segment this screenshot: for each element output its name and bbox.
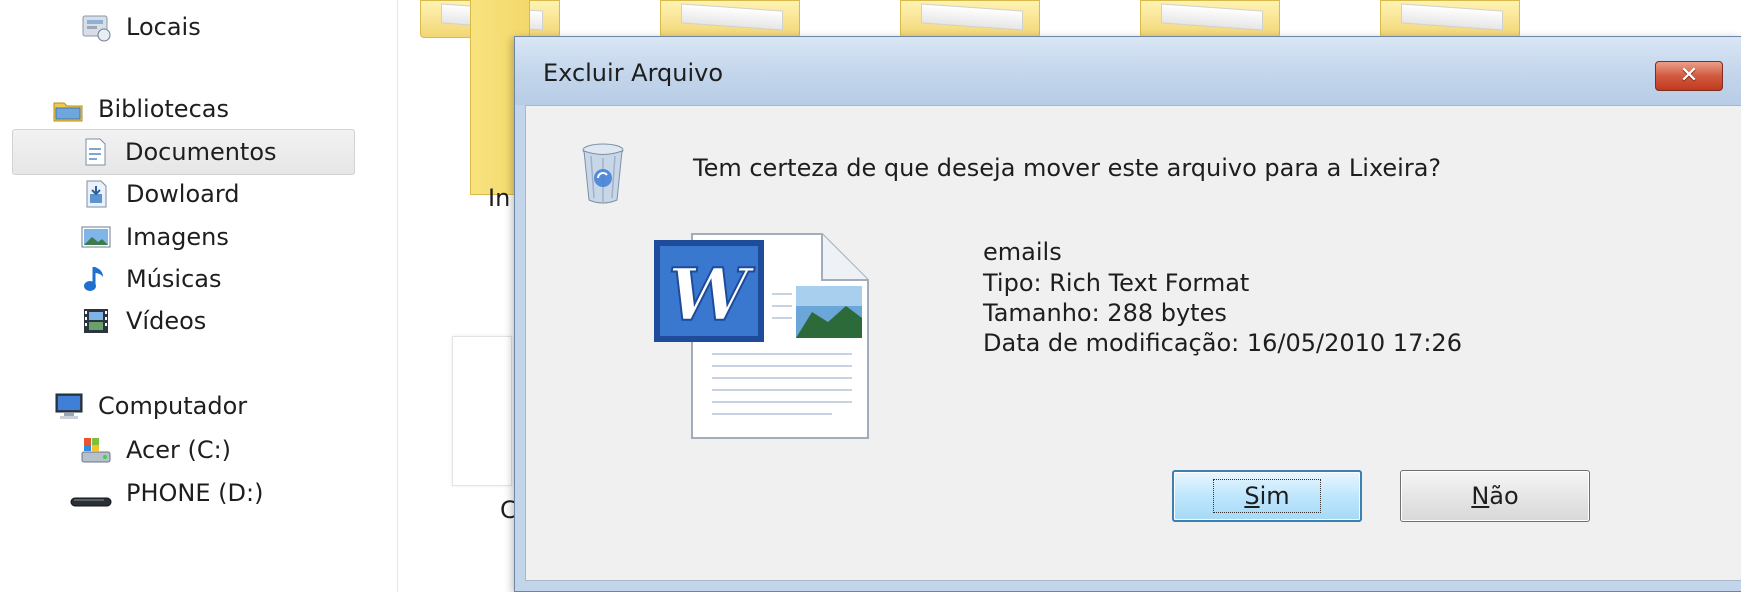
sidebar-item-computador[interactable]: Computador [52,383,247,429]
sidebar-item-musicas[interactable]: Músicas [80,256,222,302]
sidebar-item-label: PHONE (D:) [126,479,264,507]
folder-thumbnail[interactable] [1380,0,1520,38]
word-document-icon: W [652,226,882,446]
drive-d-icon [70,477,112,509]
dialog-titlebar[interactable]: Excluir Arquivo ✕ [515,37,1741,105]
close-button[interactable]: ✕ [1655,61,1723,91]
folder-label: In [488,184,511,212]
dialog-title: Excluir Arquivo [543,59,724,87]
sidebar-item-locais[interactable]: Locais [80,4,201,50]
file-size: Tamanho: 288 bytes [983,299,1227,327]
sidebar-item-bibliotecas[interactable]: Bibliotecas [52,86,229,132]
sidebar-item-label: Imagens [126,223,229,251]
sidebar-item-label: Acer (C:) [126,436,232,464]
sidebar-item-label: Documentos [125,138,277,166]
sidebar-item-imagens[interactable]: Imagens [80,214,229,260]
no-button-label: Não [1471,482,1519,510]
folder-thumbnail[interactable] [660,0,800,38]
sidebar-item-label: Locais [126,13,201,41]
sidebar-item-label: Dowloard [126,180,240,208]
recent-places-icon [80,11,112,43]
sidebar-item-phone-d[interactable]: PHONE (D:) [70,470,263,516]
libraries-icon [52,93,84,125]
sidebar-item-label: Músicas [126,265,222,293]
sidebar-item-videos[interactable]: Vídeos [80,298,206,344]
delete-file-dialog: Excluir Arquivo ✕ Tem certeza de que des… [514,36,1741,592]
file-type: Tipo: Rich Text Format [983,269,1250,297]
close-icon: ✕ [1679,63,1699,88]
computer-icon [52,390,84,422]
file-name: emails [983,238,1062,266]
folder-thumbnail[interactable] [900,0,1040,38]
sidebar-item-label: Computador [98,392,248,420]
sidebar-item-label: Vídeos [126,307,207,335]
documents-icon [79,136,111,168]
sidebar-item-label: Bibliotecas [98,95,229,123]
downloads-icon [80,178,112,210]
file-modified-date: Data de modificação: 16/05/2010 17:26 [983,329,1462,357]
sidebar-item-acer-c[interactable]: Acer (C:) [80,427,231,473]
yes-button-label: Sim [1213,479,1321,513]
pictures-icon [80,221,112,253]
dialog-body: Tem certeza de que deseja mover este arq… [525,105,1741,581]
music-icon [80,263,112,295]
file-thumbnail[interactable] [452,336,512,486]
sidebar-item-documentos[interactable]: Documentos [12,129,355,175]
svg-text:W: W [668,252,755,337]
videos-icon [80,305,112,337]
confirmation-question: Tem certeza de que deseja mover este arq… [693,154,1442,182]
folder-thumbnail[interactable] [1140,0,1280,38]
navigation-pane: Locais Bibliotecas Documentos Dowloard I… [0,0,398,592]
yes-button[interactable]: Sim [1172,470,1362,522]
recycle-bin-icon [581,142,625,206]
no-button[interactable]: Não [1400,470,1590,522]
drive-c-icon [80,434,112,466]
sidebar-item-dowloard[interactable]: Dowloard [80,171,240,217]
